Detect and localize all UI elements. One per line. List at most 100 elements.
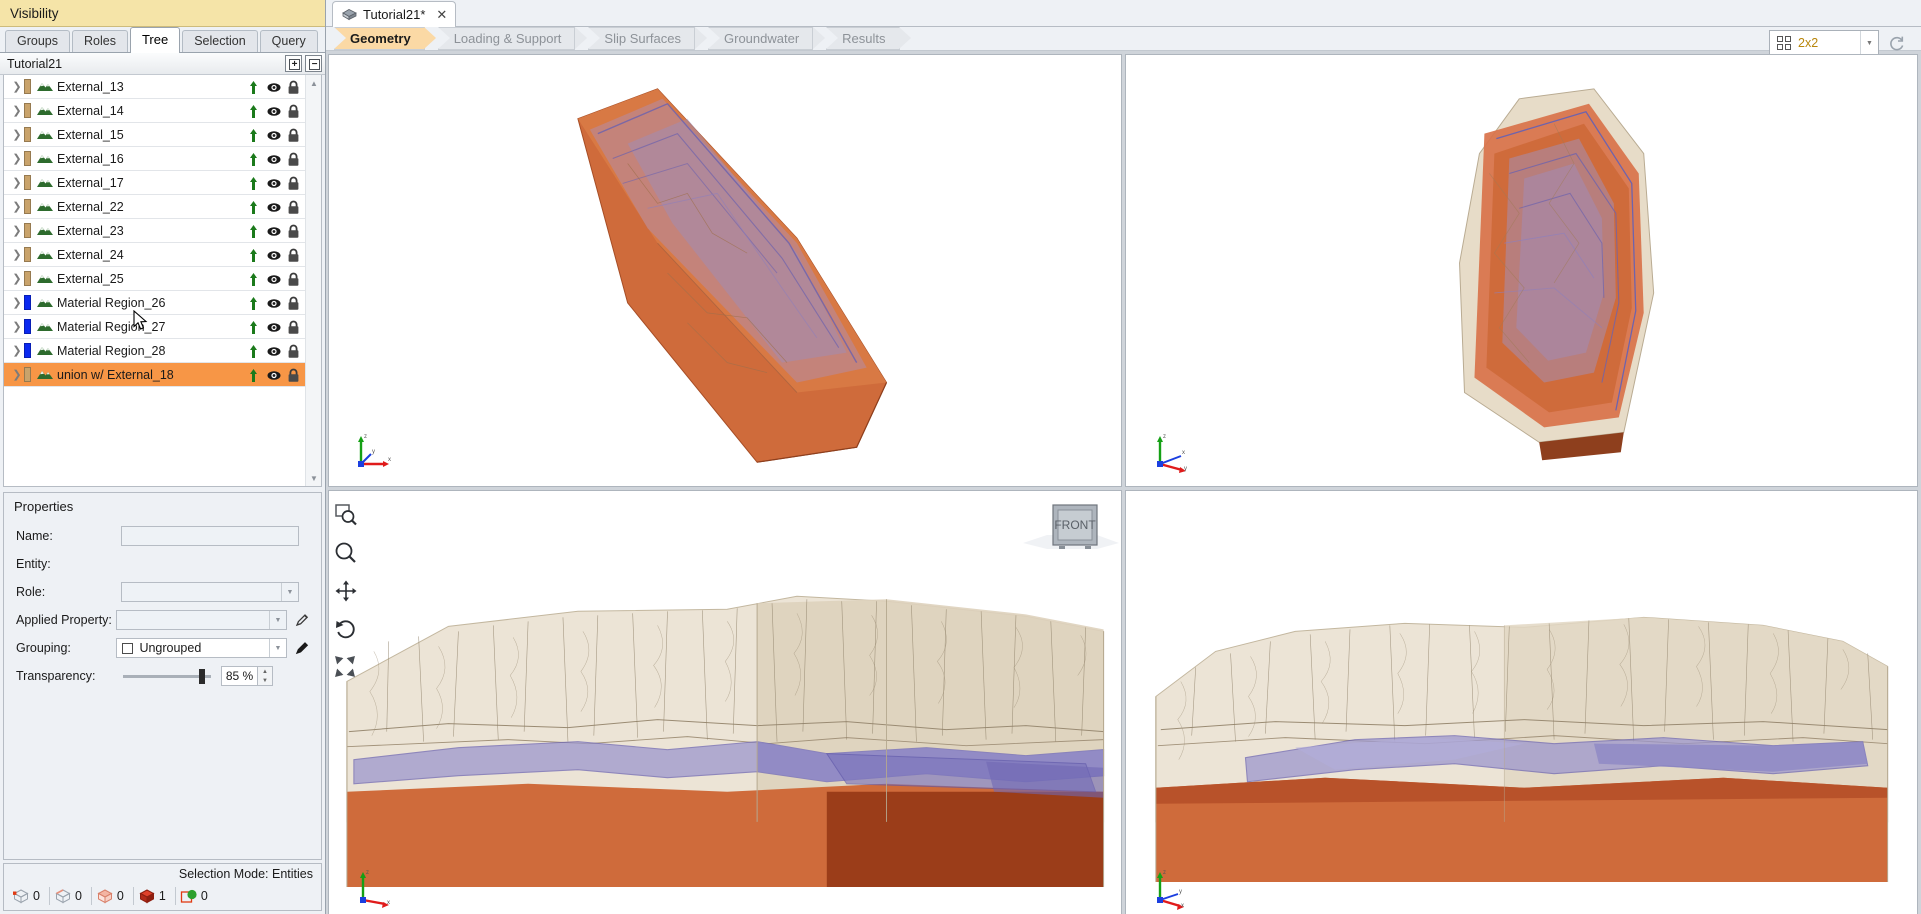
lock-icon[interactable] xyxy=(287,128,300,143)
tab-query[interactable]: Query xyxy=(260,30,318,52)
tree-row[interactable]: ❯External_14 xyxy=(4,99,305,123)
visibility-arrow-icon[interactable] xyxy=(247,176,260,191)
lock-icon[interactable] xyxy=(287,296,300,311)
chevron-down-icon[interactable]: ▼ xyxy=(1860,31,1878,55)
workflow-step-results[interactable]: Results xyxy=(826,27,899,50)
pan-icon[interactable] xyxy=(334,579,358,603)
lock-icon[interactable] xyxy=(287,224,300,239)
tree-scrollbar[interactable]: ▲ ▼ xyxy=(305,75,321,486)
eye-icon[interactable] xyxy=(267,248,280,263)
document-tab-tutorial21[interactable]: Tutorial21* ✕ xyxy=(332,1,456,27)
viewport-top-left[interactable]: z x y xyxy=(328,54,1122,487)
expand-arrow-icon[interactable]: ❯ xyxy=(10,344,24,357)
stepper-up-icon[interactable]: ▲ xyxy=(258,667,272,676)
tree-row[interactable]: ❯union w/ External_18 xyxy=(4,363,305,387)
lock-icon[interactable] xyxy=(287,104,300,119)
expand-all-button[interactable]: + xyxy=(285,55,302,72)
eye-icon[interactable] xyxy=(267,128,280,143)
eye-icon[interactable] xyxy=(267,152,280,167)
chevron-down-icon[interactable]: ▼ xyxy=(281,583,298,601)
tree-row[interactable]: ❯External_16 xyxy=(4,147,305,171)
lock-icon[interactable] xyxy=(287,272,300,287)
lock-icon[interactable] xyxy=(287,320,300,335)
tree-row[interactable]: ❯External_24 xyxy=(4,243,305,267)
tree-row[interactable]: ❯External_15 xyxy=(4,123,305,147)
role-combobox[interactable]: ▼ xyxy=(121,582,299,602)
expand-arrow-icon[interactable]: ❯ xyxy=(10,272,24,285)
rotate-icon[interactable] xyxy=(334,617,358,641)
visibility-arrow-icon[interactable] xyxy=(247,224,260,239)
visibility-arrow-icon[interactable] xyxy=(247,104,260,119)
lock-icon[interactable] xyxy=(287,344,300,359)
expand-arrow-icon[interactable]: ❯ xyxy=(10,224,24,237)
eye-icon[interactable] xyxy=(267,368,280,383)
edit-applied-property-pencil-icon[interactable] xyxy=(295,612,309,628)
eye-icon[interactable] xyxy=(267,272,280,287)
visibility-arrow-icon[interactable] xyxy=(247,368,260,383)
grouping-checkbox[interactable] xyxy=(122,643,133,654)
expand-arrow-icon[interactable]: ❯ xyxy=(10,200,24,213)
layout-combobox[interactable]: 2x2 ▼ xyxy=(1769,30,1879,56)
tree-row[interactable]: ❯External_13 xyxy=(4,75,305,99)
expand-arrow-icon[interactable]: ❯ xyxy=(10,152,24,165)
zoom-icon[interactable] xyxy=(334,541,358,565)
chevron-down-icon[interactable]: ▼ xyxy=(269,639,286,657)
tree-row[interactable]: ❯External_23 xyxy=(4,219,305,243)
lock-icon[interactable] xyxy=(287,176,300,191)
transparency-value[interactable]: 85 % xyxy=(221,666,258,686)
expand-arrow-icon[interactable]: ❯ xyxy=(10,368,24,381)
expand-arrow-icon[interactable]: ❯ xyxy=(10,248,24,261)
tree-row[interactable]: ❯External_25 xyxy=(4,267,305,291)
lock-icon[interactable] xyxy=(287,200,300,215)
name-field[interactable] xyxy=(121,526,299,546)
expand-arrow-icon[interactable]: ❯ xyxy=(10,296,24,309)
tree-row[interactable]: ❯Material Region_27 xyxy=(4,315,305,339)
eye-icon[interactable] xyxy=(267,104,280,119)
tab-selection[interactable]: Selection xyxy=(182,30,257,52)
zoom-window-icon[interactable] xyxy=(334,503,358,527)
viewport-top-right[interactable]: z y x xyxy=(1125,54,1919,487)
applied-property-combobox[interactable]: ▼ xyxy=(116,610,287,630)
workflow-step-geometry[interactable]: Geometry xyxy=(334,27,425,50)
eye-icon[interactable] xyxy=(267,320,280,335)
eye-icon[interactable] xyxy=(267,296,280,311)
expand-arrow-icon[interactable]: ❯ xyxy=(10,128,24,141)
tab-groups[interactable]: Groups xyxy=(5,30,70,52)
tab-tree[interactable]: Tree xyxy=(130,27,180,53)
visibility-arrow-icon[interactable] xyxy=(247,248,260,263)
workflow-step-groundwater[interactable]: Groundwater xyxy=(708,27,813,50)
visibility-arrow-icon[interactable] xyxy=(247,152,260,167)
eye-icon[interactable] xyxy=(267,80,280,95)
eye-icon[interactable] xyxy=(267,200,280,215)
transparency-slider-thumb[interactable] xyxy=(199,669,205,684)
expand-arrow-icon[interactable]: ❯ xyxy=(10,104,24,117)
eye-icon[interactable] xyxy=(267,176,280,191)
chevron-down-icon[interactable]: ▼ xyxy=(269,611,286,629)
expand-arrow-icon[interactable]: ❯ xyxy=(10,176,24,189)
tab-roles[interactable]: Roles xyxy=(72,30,128,52)
lock-icon[interactable] xyxy=(287,80,300,95)
tree-row[interactable]: ❯External_17 xyxy=(4,171,305,195)
scroll-down-arrow[interactable]: ▼ xyxy=(306,470,322,486)
lock-icon[interactable] xyxy=(287,152,300,167)
visibility-arrow-icon[interactable] xyxy=(247,344,260,359)
view-cube-front[interactable]: FRONT xyxy=(1001,491,1121,571)
workflow-step-slip-surfaces[interactable]: Slip Surfaces xyxy=(588,27,695,50)
visibility-arrow-icon[interactable] xyxy=(247,272,260,287)
visibility-arrow-icon[interactable] xyxy=(247,296,260,311)
workflow-step-loading-support[interactable]: Loading & Support xyxy=(438,27,576,50)
viewport-bottom-right[interactable]: z x y xyxy=(1125,490,1919,914)
resize-arrows-icon[interactable] xyxy=(334,655,358,679)
lock-icon[interactable] xyxy=(287,368,300,383)
visibility-arrow-icon[interactable] xyxy=(247,320,260,335)
visibility-arrow-icon[interactable] xyxy=(247,128,260,143)
viewport-bottom-left[interactable]: FRONT z x xyxy=(328,490,1122,914)
visibility-arrow-icon[interactable] xyxy=(247,200,260,215)
expand-arrow-icon[interactable]: ❯ xyxy=(10,80,24,93)
tree-row[interactable]: ❯Material Region_26 xyxy=(4,291,305,315)
grouping-combobox[interactable]: Ungrouped ▼ xyxy=(116,638,287,658)
eye-icon[interactable] xyxy=(267,224,280,239)
scroll-up-arrow[interactable]: ▲ xyxy=(306,75,322,91)
tree-row[interactable]: ❯External_22 xyxy=(4,195,305,219)
tree-list[interactable]: ❯External_13❯External_14❯External_15❯Ext… xyxy=(4,75,305,486)
